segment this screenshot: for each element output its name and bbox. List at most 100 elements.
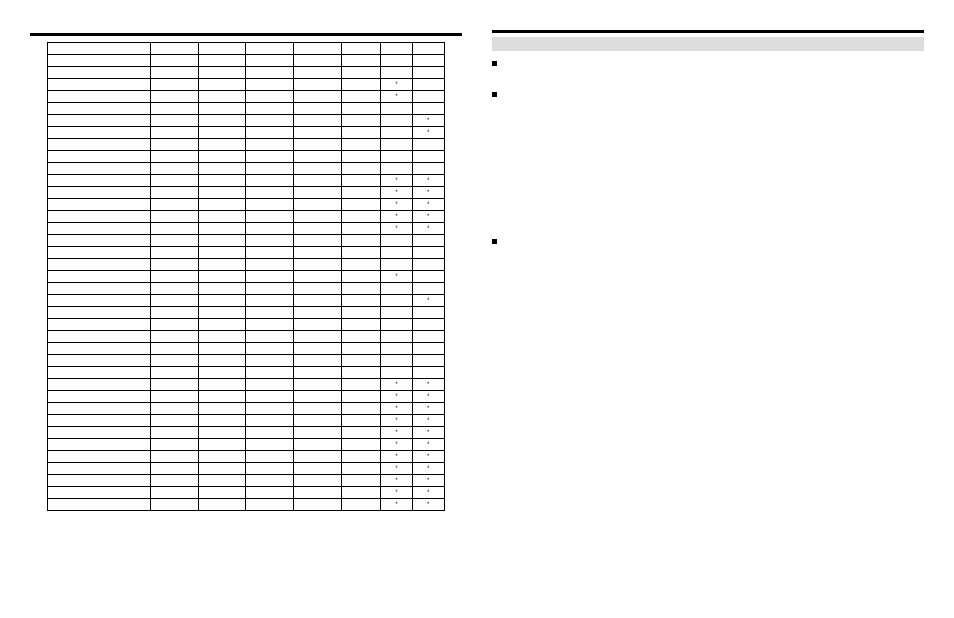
table-cell xyxy=(412,355,444,367)
table-cell xyxy=(294,139,342,151)
table-cell xyxy=(48,79,151,91)
table-cell xyxy=(198,115,246,127)
table-cell xyxy=(151,499,199,511)
table-cell xyxy=(246,103,294,115)
table-cell xyxy=(48,391,151,403)
table-row: * xyxy=(48,79,444,91)
table-cell xyxy=(294,103,342,115)
table-cell: * xyxy=(412,127,444,139)
table-cell: * xyxy=(381,499,413,511)
table-cell xyxy=(151,55,199,67)
table-cell xyxy=(151,127,199,139)
table-cell: * xyxy=(412,427,444,439)
table-cell xyxy=(381,67,413,79)
table-cell xyxy=(48,139,151,151)
table-row xyxy=(48,343,444,355)
table-cell xyxy=(341,427,381,439)
table-cell xyxy=(48,379,151,391)
table-row: ** xyxy=(48,403,444,415)
table-cell xyxy=(198,199,246,211)
table-cell xyxy=(412,79,444,91)
table-row: ** xyxy=(48,475,444,487)
square-bullet-icon xyxy=(492,92,497,97)
table-cell xyxy=(341,103,381,115)
table-cell xyxy=(151,91,199,103)
table-cell xyxy=(412,319,444,331)
table-row xyxy=(48,55,444,67)
table-cell: * xyxy=(381,223,413,235)
table-cell: * xyxy=(412,175,444,187)
table-cell xyxy=(246,475,294,487)
table-row xyxy=(48,331,444,343)
table-cell: * xyxy=(381,463,413,475)
table-cell xyxy=(198,91,246,103)
table-cell xyxy=(198,415,246,427)
table-cell xyxy=(341,283,381,295)
table-cell xyxy=(198,127,246,139)
table-cell xyxy=(412,67,444,79)
table-cell xyxy=(294,379,342,391)
table-row: ** xyxy=(48,463,444,475)
table-cell xyxy=(294,223,342,235)
table-row: ** xyxy=(48,187,444,199)
table-cell xyxy=(412,235,444,247)
table-cell xyxy=(246,415,294,427)
table-cell xyxy=(294,463,342,475)
table-cell xyxy=(48,475,151,487)
table-cell: * xyxy=(412,487,444,499)
table-cell xyxy=(48,127,151,139)
table-cell: * xyxy=(412,391,444,403)
table-cell xyxy=(294,235,342,247)
table-cell xyxy=(341,67,381,79)
table-cell xyxy=(412,247,444,259)
table-cell xyxy=(246,367,294,379)
table-row xyxy=(48,43,444,55)
table-cell: * xyxy=(381,403,413,415)
table-row: ** xyxy=(48,175,444,187)
table-cell xyxy=(151,343,199,355)
table-cell xyxy=(246,403,294,415)
table-cell xyxy=(341,379,381,391)
table-cell xyxy=(48,211,151,223)
table-cell: * xyxy=(412,499,444,511)
table-cell xyxy=(246,307,294,319)
table-row xyxy=(48,103,444,115)
table-cell xyxy=(151,115,199,127)
table-cell xyxy=(341,367,381,379)
table-cell xyxy=(294,439,342,451)
table-row: ** xyxy=(48,391,444,403)
table-row: ** xyxy=(48,223,444,235)
table-cell: * xyxy=(381,211,413,223)
table-cell: * xyxy=(412,211,444,223)
table-cell xyxy=(198,67,246,79)
table-cell xyxy=(151,391,199,403)
table-cell xyxy=(341,499,381,511)
table-cell xyxy=(341,115,381,127)
table-cell xyxy=(48,331,151,343)
table-cell xyxy=(48,499,151,511)
table-cell: * xyxy=(412,451,444,463)
table-cell xyxy=(341,487,381,499)
table-cell xyxy=(412,271,444,283)
table-cell xyxy=(151,259,199,271)
table-row: ** xyxy=(48,427,444,439)
table-cell xyxy=(341,259,381,271)
table-cell xyxy=(151,271,199,283)
table-cell: * xyxy=(381,379,413,391)
table-cell xyxy=(198,139,246,151)
table-cell xyxy=(48,463,151,475)
table-cell xyxy=(48,259,151,271)
table-row xyxy=(48,139,444,151)
table-row xyxy=(48,151,444,163)
table-cell xyxy=(198,475,246,487)
table-cell xyxy=(294,295,342,307)
table-cell xyxy=(341,331,381,343)
table-cell xyxy=(48,67,151,79)
table-cell xyxy=(412,331,444,343)
table-cell xyxy=(341,475,381,487)
table-cell: * xyxy=(412,295,444,307)
table-cell xyxy=(246,163,294,175)
table-cell xyxy=(198,331,246,343)
table-cell xyxy=(151,463,199,475)
table-cell xyxy=(294,283,342,295)
